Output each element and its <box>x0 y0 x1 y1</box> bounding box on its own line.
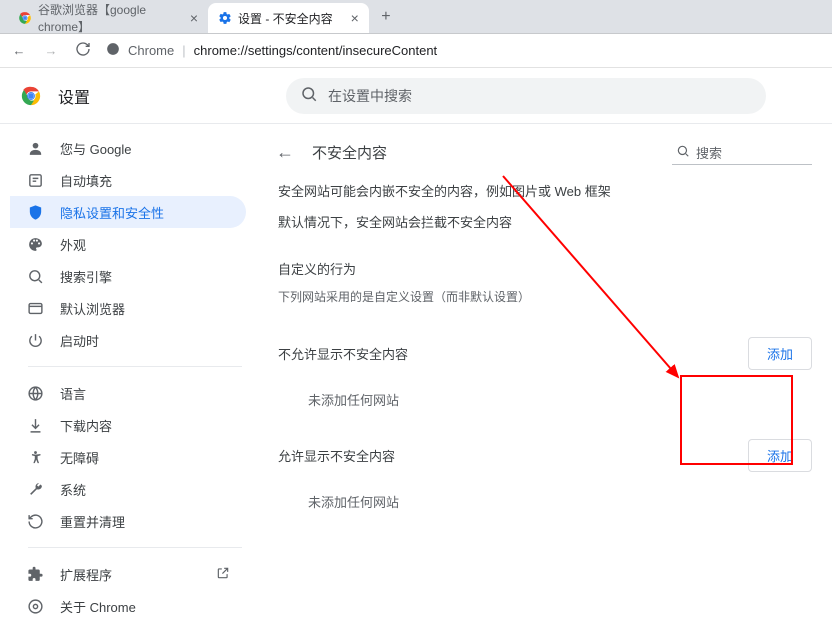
person-icon <box>26 140 44 157</box>
sidebar-item-label: 无障碍 <box>60 448 99 467</box>
tab-title: 谷歌浏览器【google chrome】 <box>38 1 172 35</box>
browser-tab-1[interactable]: 设置 - 不安全内容 × <box>208 3 369 33</box>
sidebar-item-label: 语言 <box>60 384 86 403</box>
sidebar-item-default-browser[interactable]: 默认浏览器 <box>10 292 246 324</box>
sidebar-item-reset[interactable]: 重置并清理 <box>10 505 246 537</box>
power-icon <box>26 332 44 349</box>
sidebar-item-label: 系统 <box>60 480 86 499</box>
sidebar-item-label: 下载内容 <box>60 416 112 435</box>
sidebar-item-label: 隐私设置和安全性 <box>60 203 164 222</box>
search-placeholder: 搜索 <box>696 143 722 162</box>
chrome-icon <box>26 598 44 615</box>
sidebar-item-label: 搜索引擎 <box>60 267 112 286</box>
sidebar-divider <box>28 366 242 367</box>
tab-title: 设置 - 不安全内容 <box>238 10 333 27</box>
restore-icon <box>26 513 44 530</box>
header-search-input[interactable]: 在设置中搜索 <box>286 78 766 114</box>
wrench-icon <box>26 481 44 498</box>
custom-behavior-subtitle: 下列网站采用的是自定义设置（而非默认设置） <box>278 288 812 305</box>
sidebar-item-autofill[interactable]: 自动填充 <box>10 164 246 196</box>
browser-navbar: ← → Chrome | chrome://settings/content/i… <box>0 34 832 68</box>
sidebar-item-appearance[interactable]: 外观 <box>10 228 246 260</box>
settings-header: 设置 在设置中搜索 <box>0 68 832 124</box>
sidebar-item-label: 扩展程序 <box>60 565 112 584</box>
sidebar-item-you-and-google[interactable]: 您与 Google <box>10 132 246 164</box>
accessibility-icon <box>26 449 44 466</box>
sidebar-item-startup[interactable]: 启动时 <box>10 324 246 356</box>
header-title: 设置 <box>58 84 90 108</box>
block-section-title: 不允许显示不安全内容 <box>278 344 748 363</box>
autofill-icon <box>26 172 44 189</box>
sidebar-divider <box>28 547 242 548</box>
sidebar-item-search-engine[interactable]: 搜索引擎 <box>10 260 246 292</box>
settings-favicon <box>218 11 232 25</box>
sidebar: 您与 Google 自动填充 隐私设置和安全性 外观 搜索引擎 默认浏览器 启动… <box>0 124 258 617</box>
search-icon <box>26 268 44 285</box>
new-tab-button[interactable]: + <box>373 8 399 26</box>
palette-icon <box>26 236 44 253</box>
sidebar-item-label: 默认浏览器 <box>60 299 125 318</box>
url-bar[interactable]: Chrome | chrome://settings/content/insec… <box>106 42 437 59</box>
chrome-favicon <box>18 11 32 25</box>
sidebar-item-label: 重置并清理 <box>60 512 125 531</box>
browser-tabstrip: 谷歌浏览器【google chrome】 × 设置 - 不安全内容 × + <box>0 0 832 34</box>
url-prefix: Chrome <box>128 43 174 58</box>
page-title: 不安全内容 <box>312 142 387 163</box>
custom-behavior-title: 自定义的行为 <box>278 259 812 278</box>
back-icon[interactable]: ← <box>10 43 28 58</box>
close-icon[interactable]: × <box>351 10 359 26</box>
allow-section-title: 允许显示不安全内容 <box>278 446 748 465</box>
description-text: 默认情况下，安全网站会拦截不安全内容 <box>278 212 812 231</box>
allow-empty-text: 未添加任何网站 <box>308 492 812 511</box>
allow-section-row: 允许显示不安全内容 添加 <box>278 433 812 478</box>
extension-icon <box>26 566 44 583</box>
sidebar-item-label: 您与 Google <box>60 139 132 158</box>
close-icon[interactable]: × <box>190 10 198 26</box>
reload-icon[interactable] <box>74 41 92 60</box>
sidebar-item-system[interactable]: 系统 <box>10 473 246 505</box>
content-area: ← 不安全内容 搜索 安全网站可能会内嵌不安全的内容，例如图片或 Web 框架 … <box>258 124 832 617</box>
description-text: 安全网站可能会内嵌不安全的内容，例如图片或 Web 框架 <box>278 181 812 200</box>
sidebar-item-downloads[interactable]: 下载内容 <box>10 409 246 441</box>
back-arrow-button[interactable]: ← <box>272 138 298 167</box>
content-search-input[interactable]: 搜索 <box>672 141 812 165</box>
search-icon <box>676 144 690 161</box>
shield-icon <box>26 204 44 221</box>
search-placeholder: 在设置中搜索 <box>328 86 412 106</box>
browser-tab-0[interactable]: 谷歌浏览器【google chrome】 × <box>8 3 208 33</box>
chrome-url-icon <box>106 42 120 59</box>
url-text: chrome://settings/content/insecureConten… <box>194 43 438 58</box>
sidebar-item-about[interactable]: 关于 Chrome <box>10 590 246 617</box>
browser-icon <box>26 300 44 317</box>
sidebar-item-extensions[interactable]: 扩展程序 <box>10 558 246 590</box>
block-empty-text: 未添加任何网站 <box>308 390 812 409</box>
sidebar-item-label: 自动填充 <box>60 171 112 190</box>
add-block-button[interactable]: 添加 <box>748 337 812 370</box>
forward-icon[interactable]: → <box>42 43 60 58</box>
sidebar-item-privacy[interactable]: 隐私设置和安全性 <box>10 196 246 228</box>
download-icon <box>26 417 44 434</box>
sidebar-item-accessibility[interactable]: 无障碍 <box>10 441 246 473</box>
block-section-row: 不允许显示不安全内容 添加 <box>278 331 812 376</box>
globe-icon <box>26 385 44 402</box>
sidebar-item-label: 关于 Chrome <box>60 597 136 616</box>
content-header: ← 不安全内容 搜索 <box>272 138 812 167</box>
sidebar-item-language[interactable]: 语言 <box>10 377 246 409</box>
external-link-icon <box>216 566 230 583</box>
sidebar-item-label: 启动时 <box>60 331 99 350</box>
search-icon <box>300 85 318 106</box>
sidebar-item-label: 外观 <box>60 235 86 254</box>
chrome-logo-icon <box>20 85 42 107</box>
add-allow-button[interactable]: 添加 <box>748 439 812 472</box>
